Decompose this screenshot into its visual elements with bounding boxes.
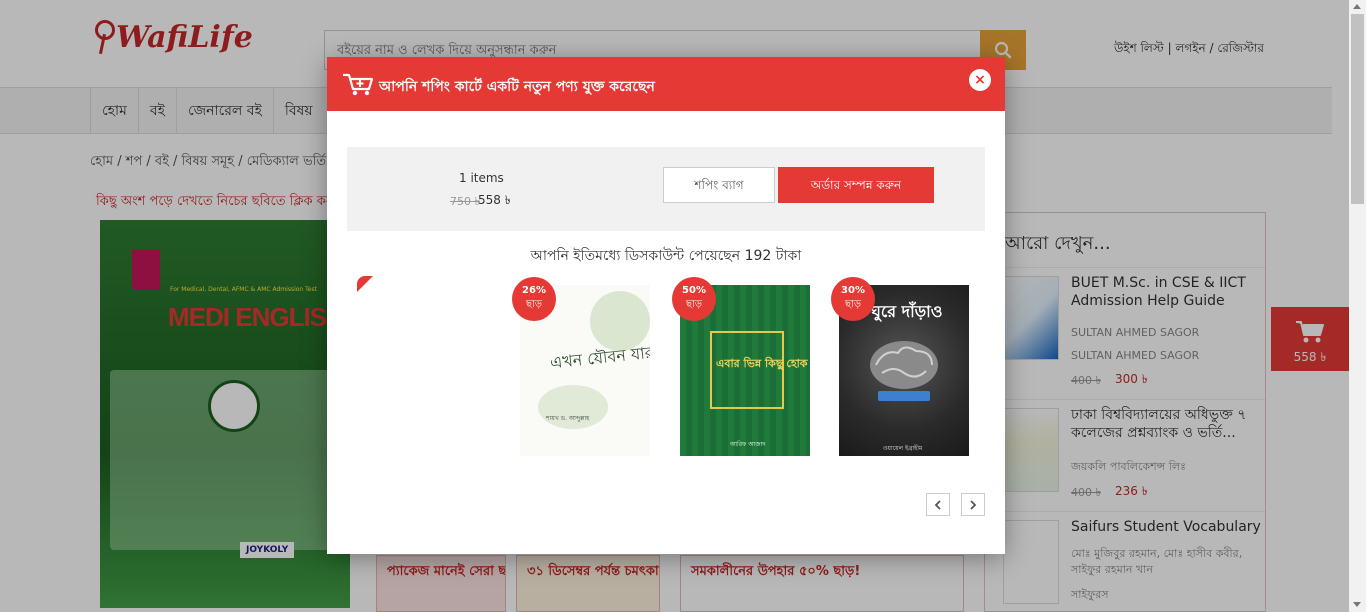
product-cover-title: এখন যৌবন যার — [549, 342, 650, 373]
complete-order-button[interactable]: অর্ডার সম্পন্ন করুন — [778, 167, 934, 203]
suggested-product[interactable]: 30% ছাড় ঘুরে দাঁড়াও ওয়ায়েল ইব্রাহীম — [831, 277, 969, 456]
discount-message: আপনি ইতিমধ্যে ডিসকাউন্ট পেয়েছেন 192 টাক… — [530, 248, 802, 264]
carousel-prev-button[interactable] — [926, 493, 950, 516]
close-button[interactable]: × — [969, 69, 991, 91]
product-cover-author: আরিফ আজাদ — [730, 441, 766, 448]
discount-label: ছাড় — [685, 299, 703, 310]
scroll-up-arrow-icon[interactable] — [1353, 4, 1361, 9]
product-cover-author: শায়খ ড. আব্দুল্লাহ — [546, 415, 590, 422]
chevron-right-icon — [970, 499, 977, 510]
suggested-product[interactable]: 50% ছাড় এবার ভিন্ন কিছু হোক আরিফ আজাদ — [672, 277, 810, 456]
discount-badge: 50% ছাড় — [672, 277, 716, 321]
product-cover-title: এবার ভিন্ন কিছু হোক — [716, 357, 808, 370]
carousel-next-button[interactable] — [961, 493, 985, 516]
page-scrollbar[interactable] — [1349, 0, 1366, 612]
scroll-down-arrow-icon[interactable] — [1353, 602, 1361, 607]
cart-new-total: 558 ৳ — [478, 193, 511, 207]
product-cover-author: ওয়ায়েল ইব্রাহীম — [883, 445, 923, 452]
discount-label: ছাড় — [525, 299, 543, 310]
added-to-cart-modal: আপনি শপিং কার্টে একটি নতুন পণ্য যুক্ত কর… — [327, 57, 1005, 554]
chevron-left-icon — [934, 499, 941, 510]
cart-item-count: 1 items — [459, 171, 504, 185]
cart-add-icon — [343, 73, 374, 96]
suggested-product[interactable]: 26% ছাড় এখন যৌবন যার শায়খ ড. আব্দুল্লা… — [512, 277, 650, 456]
carousel-badge-fragment — [357, 276, 373, 292]
discount-badge: 30% ছাড় — [831, 277, 875, 321]
discount-badge: 26% ছাড় — [512, 277, 556, 321]
cart-old-total: 750 ৳ — [450, 195, 480, 208]
scroll-thumb[interactable] — [1351, 14, 1364, 204]
discount-percent: 26% — [522, 285, 546, 296]
discount-percent: 30% — [841, 285, 865, 296]
modal-title: আপনি শপিং কার্টে একটি নতুন পণ্য যুক্ত কর… — [379, 79, 655, 95]
modal-header: আপনি শপিং কার্টে একটি নতুন পণ্য যুক্ত কর… — [327, 57, 1005, 111]
product-cover-title: ঘুরে দাঁড়াও — [871, 302, 943, 321]
discount-label: ছাড় — [844, 299, 862, 310]
shopping-bag-button[interactable]: শপিং ব্যাগ — [663, 167, 775, 203]
brain-illustration-icon — [870, 341, 938, 401]
discount-percent: 50% — [682, 285, 706, 296]
cart-summary: 1 items 750 ৳ 558 ৳ শপিং ব্যাগ অর্ডার সম… — [347, 147, 985, 231]
